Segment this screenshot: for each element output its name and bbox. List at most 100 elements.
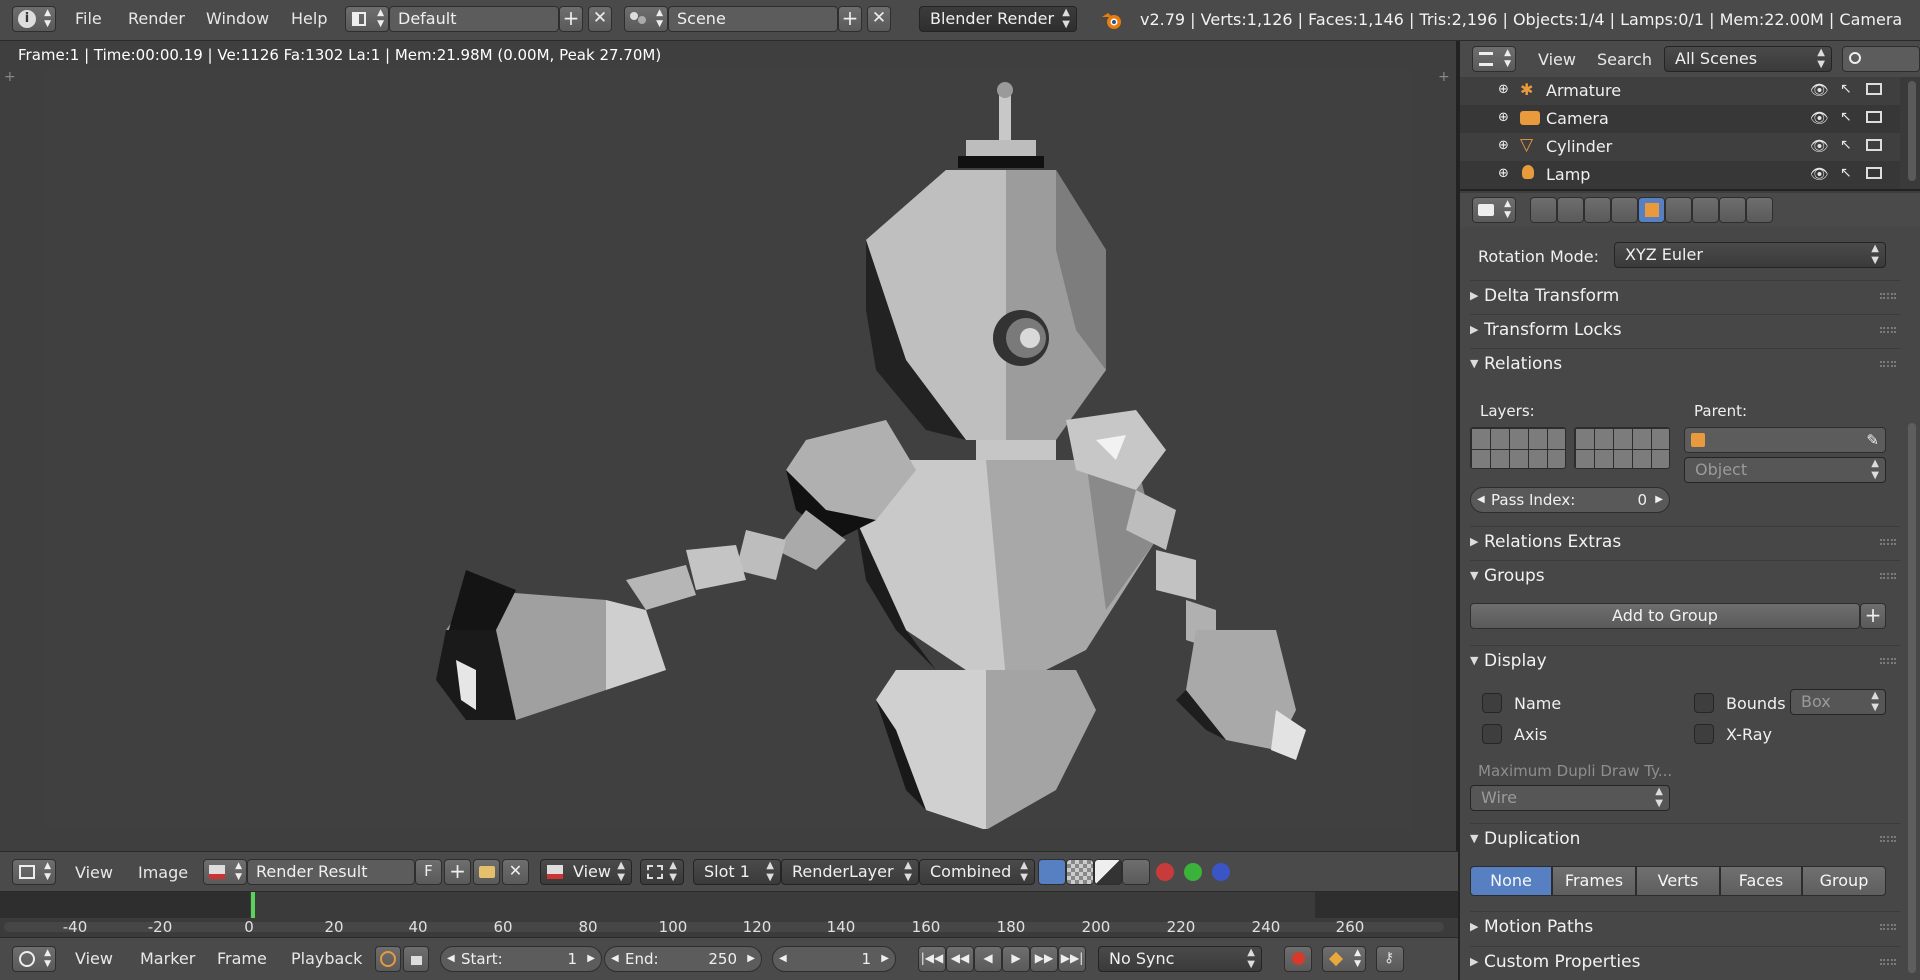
select-arrow-icon[interactable]: ↖ xyxy=(1840,137,1852,153)
area-splitter[interactable] xyxy=(1458,41,1460,980)
plus-corner-icon[interactable]: + xyxy=(1438,69,1450,85)
screen-layout-selector[interactable]: ▲ ▼ xyxy=(345,6,389,32)
alpha-channel-toggle-icon[interactable] xyxy=(1122,859,1150,885)
max-dupli-draw-dropdown[interactable]: Wire ▲ ▼ xyxy=(1470,785,1670,811)
open-image-button[interactable] xyxy=(473,859,500,885)
expand-icon[interactable]: ⊕ xyxy=(1498,166,1509,181)
z-buffer-toggle-icon[interactable] xyxy=(1094,859,1122,885)
parent-type-dropdown[interactable]: Object ▲ ▼ xyxy=(1684,457,1886,483)
outliner-display-mode-dropdown[interactable]: All Scenes ▲ ▼ xyxy=(1664,46,1832,72)
select-arrow-icon[interactable]: ↖ xyxy=(1840,165,1852,181)
blue-channel-icon[interactable] xyxy=(1212,863,1230,881)
scene-name-field[interactable]: Scene xyxy=(668,6,838,32)
timeline-scrollbar[interactable] xyxy=(4,922,1444,932)
rotation-mode-dropdown[interactable]: XYZ Euler ▲ ▼ xyxy=(1614,242,1886,268)
editor-type-info-button[interactable]: i ▲ ▼ xyxy=(12,6,56,32)
menu-file[interactable]: File xyxy=(75,9,102,28)
panel-transform-locks[interactable]: ▶ Transform Locks xyxy=(1470,314,1900,344)
duplication-none-option[interactable]: None xyxy=(1470,866,1552,896)
browse-image-button[interactable]: ▲ ▼ xyxy=(203,859,247,885)
render-camera-icon[interactable] xyxy=(1866,139,1882,151)
pass-index-field[interactable]: ◀ Pass Index: 0 ▶ xyxy=(1470,487,1670,513)
world-tab-icon[interactable] xyxy=(1611,197,1638,223)
physics-tab-icon[interactable] xyxy=(1746,197,1773,223)
panel-motion-paths[interactable]: ▶ Motion Paths xyxy=(1470,911,1900,941)
timeline-menu-playback[interactable]: Playback xyxy=(291,949,362,968)
checker-toggle-icon[interactable] xyxy=(1066,859,1094,885)
decrement-arrow-icon[interactable]: ◀ xyxy=(779,947,787,971)
jump-to-keyframe-back-icon[interactable]: ◀◀ xyxy=(946,946,974,972)
panel-delta-transform[interactable]: ▶ Delta Transform xyxy=(1470,280,1900,310)
outliner-search-field[interactable] xyxy=(1842,46,1920,72)
green-channel-icon[interactable] xyxy=(1184,863,1202,881)
new-image-button[interactable]: + xyxy=(444,859,471,885)
outliner-scrollbar[interactable] xyxy=(1908,81,1916,181)
drag-grip-icon[interactable] xyxy=(1880,361,1896,367)
select-arrow-icon[interactable]: ↖ xyxy=(1840,109,1852,125)
visibility-eye-icon[interactable]: 👁 xyxy=(1810,109,1829,127)
duplication-frames-option[interactable]: Frames xyxy=(1552,866,1636,896)
drag-grip-icon[interactable] xyxy=(1880,539,1896,545)
plus-corner-icon[interactable]: + xyxy=(4,69,16,85)
sync-mode-dropdown[interactable]: No Sync ▲ ▼ xyxy=(1098,946,1262,972)
visibility-eye-icon[interactable]: 👁 xyxy=(1810,81,1829,99)
lock-range-button[interactable] xyxy=(403,946,429,972)
expand-icon[interactable]: ⊕ xyxy=(1498,110,1509,125)
properties-editor-type-button[interactable]: ▲ ▼ xyxy=(1472,197,1516,223)
add-group-plus-button[interactable]: + xyxy=(1860,603,1886,629)
drag-grip-icon[interactable] xyxy=(1880,658,1896,664)
fake-user-button[interactable]: F xyxy=(415,859,442,885)
increment-arrow-icon[interactable]: ▶ xyxy=(747,947,755,971)
render-layer-dropdown[interactable]: RenderLayer ▲ ▼ xyxy=(781,859,919,885)
increment-arrow-icon[interactable]: ▶ xyxy=(1655,488,1663,512)
render-layers-tab-icon[interactable] xyxy=(1557,197,1584,223)
jump-to-end-icon[interactable]: ▶▶| xyxy=(1058,946,1086,972)
drag-grip-icon[interactable] xyxy=(1880,293,1896,299)
timeline-menu-marker[interactable]: Marker xyxy=(140,949,195,968)
render-camera-icon[interactable] xyxy=(1866,111,1882,123)
pivot-dropdown[interactable]: ▲ ▼ xyxy=(640,859,684,885)
render-pass-dropdown[interactable]: Combined ▲ ▼ xyxy=(919,859,1035,885)
outliner-menu-view[interactable]: View xyxy=(1538,50,1576,69)
render-camera-icon[interactable] xyxy=(1866,83,1882,95)
duplication-verts-option[interactable]: Verts xyxy=(1636,866,1720,896)
decrement-arrow-icon[interactable]: ◀ xyxy=(611,947,619,971)
texture-tab-icon[interactable] xyxy=(1719,197,1746,223)
jump-to-start-icon[interactable]: |◀◀ xyxy=(918,946,946,972)
jump-to-keyframe-forward-icon[interactable]: ▶▶ xyxy=(1030,946,1058,972)
outliner-editor-type-button[interactable]: ▲ ▼ xyxy=(1472,46,1516,72)
image-name-field[interactable]: Render Result xyxy=(247,859,415,885)
image-editor-type-button[interactable]: ▲ ▼ xyxy=(12,859,56,885)
current-frame-indicator[interactable] xyxy=(251,892,255,918)
image-menu-image[interactable]: Image xyxy=(138,863,188,882)
decrement-arrow-icon[interactable]: ◀ xyxy=(1477,488,1485,512)
drag-grip-icon[interactable] xyxy=(1880,573,1896,579)
scene-tab-icon[interactable] xyxy=(1584,197,1611,223)
render-tab-icon[interactable] xyxy=(1530,197,1557,223)
preview-range-button[interactable] xyxy=(375,946,401,972)
visibility-eye-icon[interactable]: 👁 xyxy=(1810,137,1829,155)
increment-arrow-icon[interactable]: ▶ xyxy=(587,947,595,971)
outliner-menu-search[interactable]: Search xyxy=(1597,50,1652,69)
select-arrow-icon[interactable]: ↖ xyxy=(1840,81,1852,97)
scene-selector[interactable]: ▲ ▼ xyxy=(624,6,668,32)
current-frame-field[interactable]: ◀ 1 ▶ xyxy=(772,946,896,972)
insert-keyframe-button[interactable]: ⚷ xyxy=(1376,946,1404,972)
unlink-image-button[interactable]: ✕ xyxy=(502,859,529,885)
start-frame-field[interactable]: ◀ Start: 1 ▶ xyxy=(440,946,602,972)
eyedropper-icon[interactable]: ✎ xyxy=(1866,428,1879,452)
keying-set-dropdown[interactable]: ▲ ▼ xyxy=(1322,946,1366,972)
duplication-faces-option[interactable]: Faces xyxy=(1720,866,1802,896)
slot-dropdown[interactable]: Slot 1 ▲ ▼ xyxy=(693,859,781,885)
drag-grip-icon[interactable] xyxy=(1880,924,1896,930)
timeline-editor-type-button[interactable]: ▲ ▼ xyxy=(12,946,56,972)
layers-grid-left[interactable] xyxy=(1470,427,1566,469)
xray-checkbox[interactable] xyxy=(1694,724,1714,744)
properties-scrollbar[interactable] xyxy=(1908,423,1916,973)
image-menu-view[interactable]: View xyxy=(75,863,113,882)
expand-icon[interactable]: ⊕ xyxy=(1498,138,1509,153)
constraints-tab-icon[interactable] xyxy=(1665,197,1692,223)
drag-grip-icon[interactable] xyxy=(1880,836,1896,842)
render-camera-icon[interactable] xyxy=(1866,167,1882,179)
bounds-type-dropdown[interactable]: Box ▲ ▼ xyxy=(1790,689,1886,715)
